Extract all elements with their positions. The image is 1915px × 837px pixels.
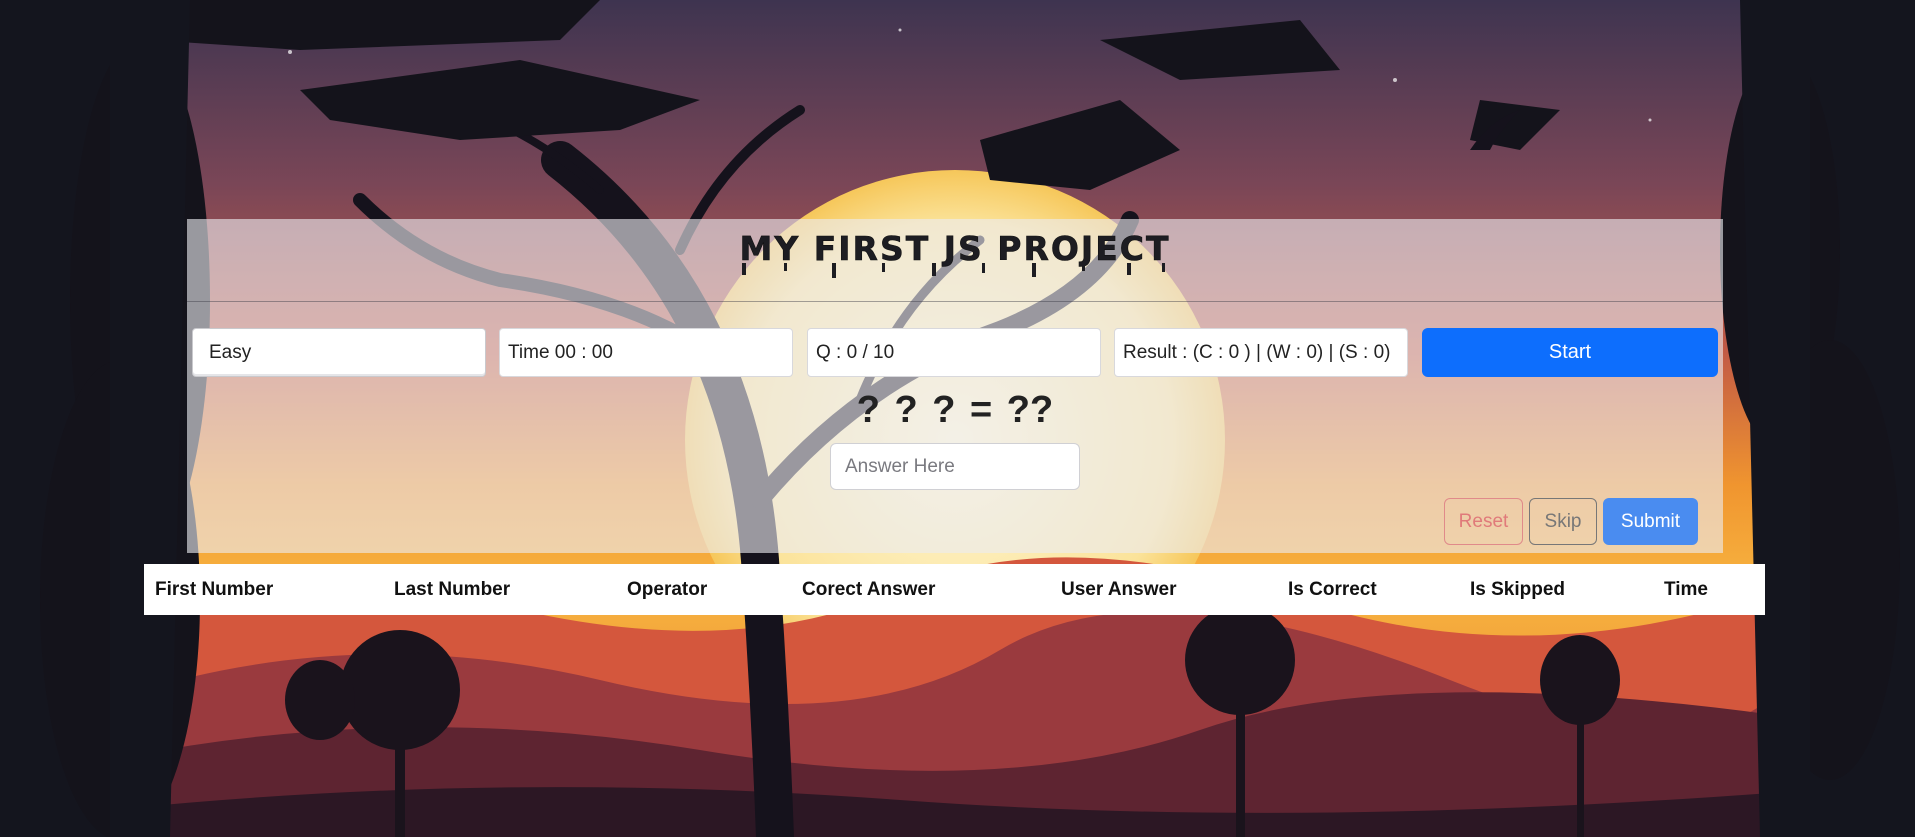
- column-header-first-number: First Number: [155, 579, 274, 600]
- skip-button[interactable]: Skip: [1529, 498, 1597, 545]
- game-panel: MY FIRST JS PROJECT Easy Time 00 : 00 Q …: [187, 219, 1723, 553]
- result-display: Result : (C : 0 ) | (W : 0) | (S : 0): [1114, 328, 1408, 377]
- timer-display: Time 00 : 00: [499, 328, 793, 377]
- start-button[interactable]: Start: [1422, 328, 1718, 377]
- column-header-user-answer: User Answer: [1061, 579, 1177, 600]
- column-header-is-skipped: Is Skipped: [1470, 579, 1566, 600]
- difficulty-select[interactable]: Easy: [192, 328, 486, 377]
- reset-button[interactable]: Reset: [1444, 498, 1523, 545]
- question-expression: ? ? ? = ??: [856, 389, 1054, 431]
- column-header-is-correct: Is Correct: [1288, 579, 1377, 600]
- title-drip-decoration: [742, 263, 1165, 278]
- column-header-last-number: Last Number: [394, 579, 511, 600]
- question-counter: Q : 0 / 10: [807, 328, 1101, 377]
- column-header-operator: Operator: [627, 579, 708, 600]
- submit-button[interactable]: Submit: [1603, 498, 1698, 545]
- results-table-header: First Number Last Number Operator Corect…: [144, 564, 1765, 615]
- column-header-time: Time: [1664, 579, 1709, 600]
- column-header-correct-answer: Corect Answer: [802, 579, 936, 600]
- divider: [187, 301, 1723, 302]
- answer-input[interactable]: [830, 443, 1080, 490]
